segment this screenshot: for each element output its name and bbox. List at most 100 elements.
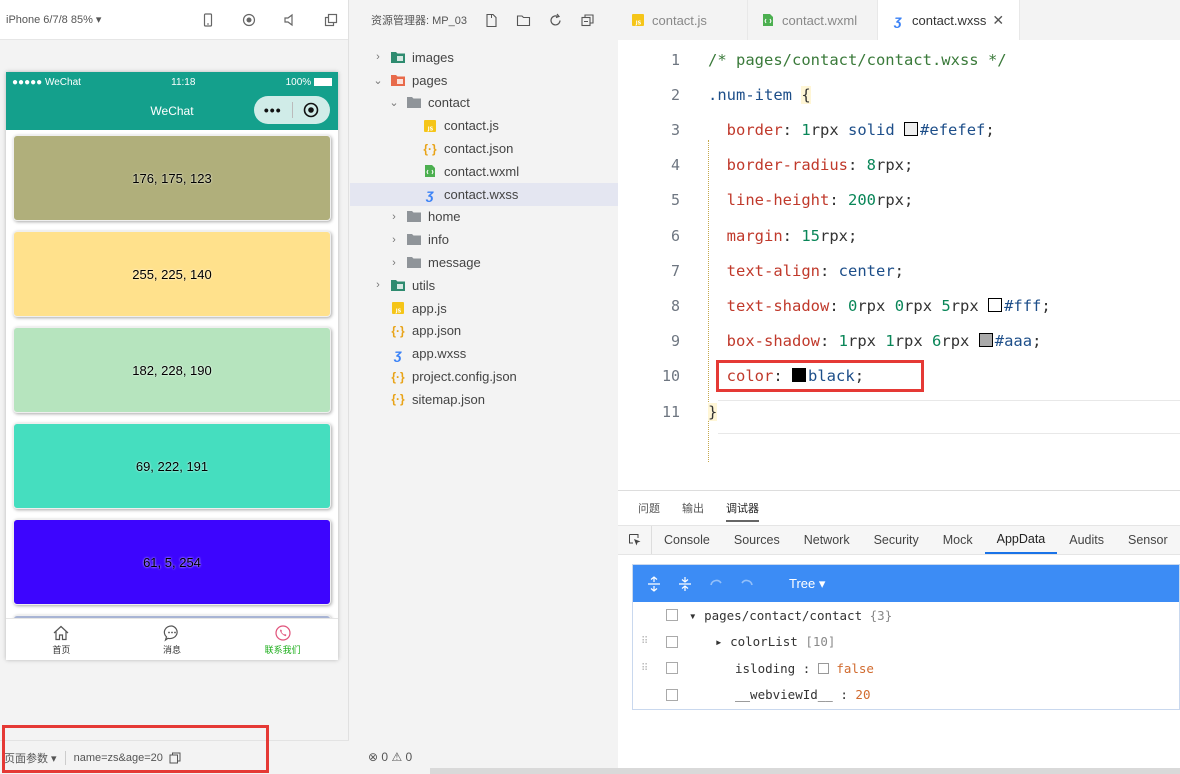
devtools-tab-network[interactable]: Network: [792, 526, 862, 554]
js-file-icon: JS: [422, 118, 438, 134]
code-line[interactable]: 3 border: 1rpx solid #efefef;: [618, 112, 1180, 147]
appdata-row-colorlist[interactable]: ⠿ ▸ colorList [10]: [633, 629, 1179, 656]
page-params-dropdown[interactable]: 页面参数 ▾: [4, 750, 57, 766]
tab-debugger[interactable]: 调试器: [726, 500, 759, 522]
refresh-icon[interactable]: [545, 9, 567, 31]
tree-item[interactable]: JS app.js: [350, 297, 618, 320]
more-icon[interactable]: •••: [254, 102, 292, 118]
tree-item[interactable]: › utils: [350, 274, 618, 297]
devtools-tab-audits[interactable]: Audits: [1057, 526, 1116, 554]
tree-item[interactable]: {·} contact.json: [350, 137, 618, 160]
inspect-icon[interactable]: [618, 526, 652, 554]
phone-screen: ●●●●● WeChat 11:18 100% WeChat ••• 176, …: [6, 72, 338, 660]
collapse-all-icon[interactable]: [577, 9, 599, 31]
code-line[interactable]: 11}: [618, 394, 1180, 429]
appdata-row-isloding[interactable]: ⠿ isloding : false: [633, 655, 1179, 682]
editor-tab[interactable]: contact.wxml: [748, 0, 878, 40]
chevron-icon: ⌄: [389, 97, 399, 110]
appdata-row-root[interactable]: ▾ pages/contact/contact {3}: [633, 602, 1179, 629]
expand-all-icon[interactable]: [643, 573, 665, 595]
code-line[interactable]: 8 text-shadow: 0rpx 0rpx 5rpx #fff;: [618, 288, 1180, 323]
collapse-all-icon[interactable]: [674, 573, 696, 595]
device-select[interactable]: iPhone 6/7/8 85% ▾: [6, 13, 178, 26]
line-number: 3: [670, 120, 680, 139]
wxml-file-icon: [422, 163, 438, 179]
tree-item[interactable]: › images: [350, 46, 618, 69]
appdata-row-webviewid[interactable]: __webviewId__ : 20: [633, 682, 1179, 709]
tree-item[interactable]: › home: [350, 206, 618, 229]
chevron-icon: ›: [392, 210, 396, 223]
menu-capsule[interactable]: •••: [254, 96, 330, 124]
home-icon: [53, 625, 69, 640]
tree-item[interactable]: JS contact.js: [350, 114, 618, 137]
close-miniprogram-icon[interactable]: [293, 102, 331, 118]
error-count: 0: [381, 750, 389, 764]
tab-label: 首页: [52, 644, 71, 655]
horizontal-scrollbar[interactable]: [430, 768, 1180, 774]
tab-problems[interactable]: 问题: [638, 500, 660, 516]
line-number: 10: [661, 367, 680, 386]
redo-icon[interactable]: [736, 573, 758, 595]
editor-tab[interactable]: ʒ contact.wxss ✕: [878, 0, 1020, 40]
code-area[interactable]: 1 /* pages/contact/contact.wxss */ 2 .num-i…: [618, 40, 1180, 490]
undo-icon[interactable]: [705, 573, 727, 595]
tab-output[interactable]: 输出: [682, 500, 704, 516]
tree-item-label: contact.wxml: [444, 163, 520, 179]
close-icon[interactable]: ✕: [992, 12, 1004, 29]
code-line[interactable]: 5 line-height: 200rpx;: [618, 183, 1180, 218]
page-params-value[interactable]: name=zs&age=20: [74, 752, 163, 764]
checkbox[interactable]: [817, 662, 829, 674]
detach-window-icon[interactable]: [321, 9, 342, 31]
record-icon[interactable]: [239, 9, 260, 31]
tree-item[interactable]: ʒ app.wxss: [350, 342, 618, 365]
devtools-tab-mock[interactable]: Mock: [931, 526, 985, 554]
new-file-icon[interactable]: [481, 9, 503, 31]
tab-home[interactable]: 首页: [6, 619, 117, 660]
editor-tab-label: contact.wxss: [912, 12, 987, 28]
chevron-icon: ›: [376, 51, 380, 64]
appdata-panel: Tree ▾ ▾ pages/contact/contact {3} ⠿ ▸ c…: [632, 564, 1180, 710]
code-line[interactable]: 9 box-shadow: 1rpx 1rpx 6rpx #aaa;: [618, 324, 1180, 359]
volume-icon[interactable]: [280, 9, 301, 31]
devtools-tab-console[interactable]: Console: [652, 526, 722, 554]
svg-text:JS: JS: [427, 126, 434, 132]
tree-item[interactable]: {·} app.json: [350, 320, 618, 343]
tree-item[interactable]: › info: [350, 228, 618, 251]
json-file-icon: {·}: [423, 141, 437, 156]
tree-item[interactable]: ⌄ contact: [350, 92, 618, 115]
code-line[interactable]: 2 .num-item {: [618, 77, 1180, 112]
phone-icon[interactable]: [198, 9, 219, 31]
code-text: color: black;: [726, 367, 865, 386]
code-line[interactable]: 7 text-align: center;: [618, 253, 1180, 288]
devtools-tab-sources[interactable]: Sources: [722, 526, 792, 554]
num-item: 61, 5, 254: [13, 519, 331, 605]
devtools-tab-appdata[interactable]: AppData: [984, 526, 1058, 554]
devtools-tab-security[interactable]: Security: [862, 526, 931, 554]
copy-icon[interactable]: [169, 752, 181, 764]
tree-item[interactable]: ⌄ pages: [350, 69, 618, 92]
code-line[interactable]: 6 margin: 15rpx;: [618, 218, 1180, 253]
chevron-icon: ›: [392, 256, 396, 269]
devtools-panel: 问题 输出 调试器 Console Sources Network Security M…: [618, 490, 1180, 774]
tree-item[interactable]: contact.wxml: [350, 160, 618, 183]
tab-label: 消息: [163, 644, 182, 655]
code-text: /* pages/contact/contact.wxss */: [708, 50, 1007, 69]
editor-tab[interactable]: JS contact.js: [618, 0, 748, 40]
tree-item-label: app.json: [412, 323, 462, 339]
code-line[interactable]: 4 border-radius: 8rpx;: [618, 148, 1180, 183]
js-file-icon: JS: [630, 12, 646, 28]
tree-item-label: contact.json: [444, 141, 514, 157]
tab-message[interactable]: 消息: [117, 619, 228, 660]
new-folder-icon[interactable]: [513, 9, 535, 31]
view-mode-dropdown[interactable]: Tree ▾: [789, 576, 825, 592]
code-line[interactable]: 10 color: black;: [618, 359, 1180, 394]
code-line[interactable]: 1 /* pages/contact/contact.wxss */: [618, 42, 1180, 77]
tree-item[interactable]: {·} sitemap.json: [350, 388, 618, 411]
tree-item[interactable]: › message: [350, 251, 618, 274]
devtools-tab-sensor[interactable]: Sensor: [1116, 526, 1180, 554]
line-number: 8: [670, 296, 680, 315]
tab-contact[interactable]: 联系我们: [227, 619, 338, 660]
tree-item[interactable]: ʒ contact.wxss: [350, 182, 618, 206]
tree-item[interactable]: {·} project.config.json: [350, 365, 618, 388]
num-item: 176, 175, 123: [13, 135, 331, 221]
